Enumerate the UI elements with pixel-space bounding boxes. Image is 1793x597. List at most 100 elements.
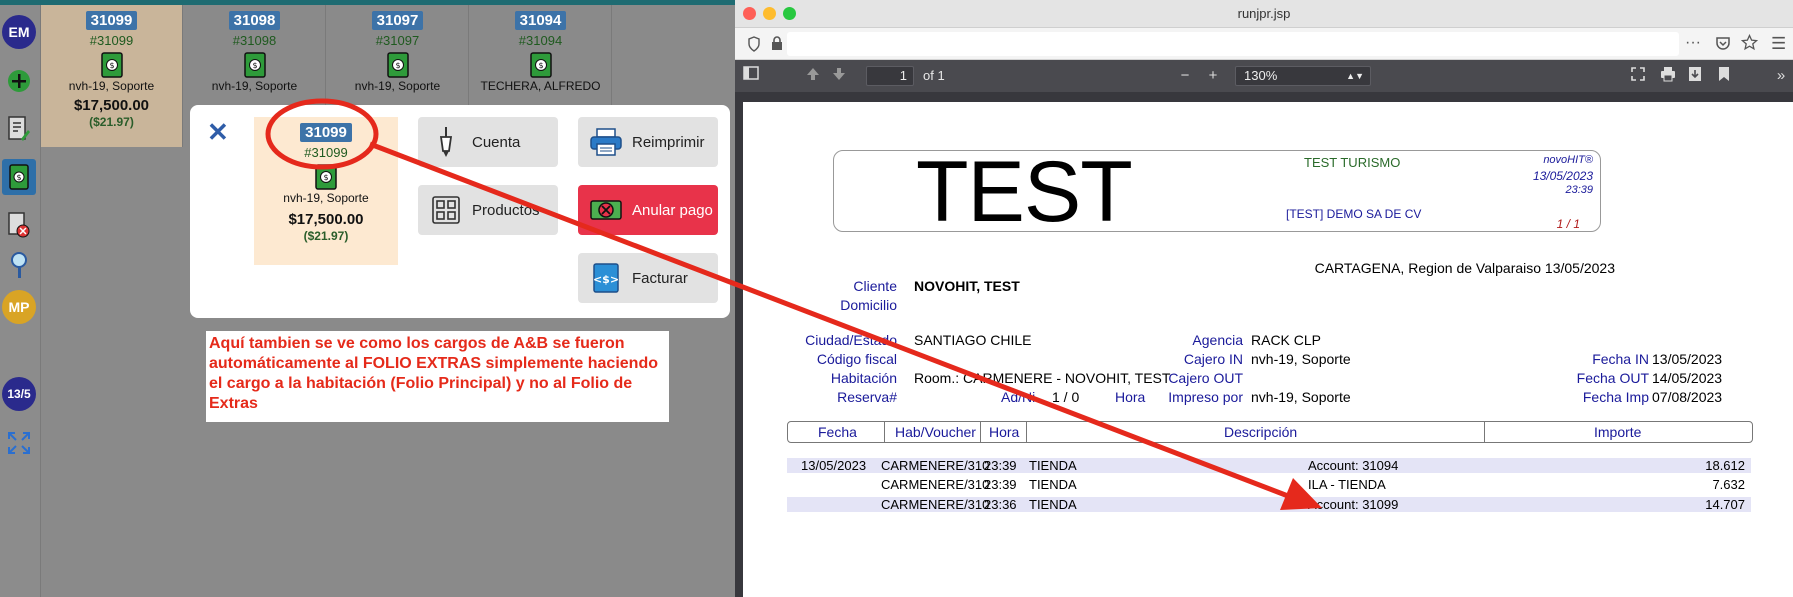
company-name: TEST TURISMO	[1304, 155, 1401, 170]
sidebar-toggle-icon[interactable]	[743, 66, 763, 86]
value-fecha-imp: 07/08/2023	[1652, 389, 1723, 405]
next-page-icon[interactable]	[831, 66, 851, 86]
pen-icon	[428, 124, 464, 160]
chevron-down-icon: ▲▼	[1346, 71, 1364, 81]
page-total: of 1	[923, 68, 945, 83]
invoice-icon: <$>	[588, 260, 624, 296]
folio-number: 31099	[85, 11, 138, 30]
folio-sub: #31099	[89, 33, 134, 48]
zoom-value: 130%	[1244, 68, 1278, 83]
charges-table-header: Fecha Hab/Voucher Hora Descripción Impor…	[787, 421, 1753, 443]
label-habitacion: Habitación	[830, 370, 897, 386]
cell-importe: 18.612	[1705, 458, 1745, 473]
menu-icon[interactable]: ☰	[1771, 34, 1786, 54]
bookmark-icon[interactable]	[1718, 66, 1738, 86]
search-icon[interactable]	[4, 249, 34, 281]
close-icon[interactable]: ✕	[207, 119, 229, 145]
bookmark-star-icon[interactable]	[1741, 34, 1758, 51]
cell-tipo: TIENDA	[1029, 477, 1077, 492]
pdf-toolbar: 1 of 1 − + 130% ▲▼ »	[735, 60, 1793, 92]
col-divider	[980, 422, 981, 442]
label-agencia: Agencia	[1192, 332, 1243, 348]
expand-icon[interactable]	[4, 427, 34, 459]
pocket-icon[interactable]	[1715, 35, 1731, 51]
download-icon[interactable]	[1688, 66, 1708, 86]
user-avatar[interactable]: EM	[2, 15, 36, 49]
cancel-document-icon[interactable]	[4, 209, 34, 241]
cell-hab: CARMENERE/310	[881, 497, 990, 512]
svg-text:$: $	[395, 61, 400, 70]
url-toolbar: ··· ☰	[735, 28, 1793, 60]
col-fecha: Fecha	[818, 424, 857, 440]
value-agencia: RACK CLP	[1251, 332, 1322, 348]
label-cliente: Cliente	[853, 278, 897, 294]
reimprimir-label: Reimprimir	[632, 133, 705, 151]
cancel-payment-icon	[588, 192, 624, 228]
shield-icon[interactable]	[747, 36, 761, 52]
pdf-viewer[interactable]: TEST TEST TURISMO [TEST] DEMO SA DE CV n…	[735, 92, 1793, 597]
page-number-input[interactable]: 1	[866, 66, 914, 86]
more-actions-icon[interactable]: ···	[1685, 34, 1701, 52]
pdf-page: TEST TEST TURISMO [TEST] DEMO SA DE CV n…	[743, 102, 1793, 597]
cell-hab: CARMENERE/310	[881, 458, 990, 473]
add-icon[interactable]	[4, 65, 34, 97]
print-icon[interactable]	[1660, 66, 1680, 86]
productos-button[interactable]: Productos	[418, 185, 558, 235]
date-badge[interactable]: 13/5	[2, 377, 36, 411]
col-descripcion: Descripción	[1224, 424, 1298, 440]
zoom-out-icon[interactable]: −	[1175, 66, 1195, 86]
folio-balance: ($21.97)	[303, 229, 349, 243]
folio-name: TECHERA, ALFREDO	[480, 79, 601, 93]
svg-text:$: $	[16, 173, 21, 182]
label-cajero-in: Cajero IN	[1183, 351, 1243, 367]
folio-name: nvh-19, Soporte	[283, 191, 369, 205]
cuenta-button[interactable]: Cuenta	[418, 117, 558, 167]
folio-tile[interactable]: 31099 #31099 $ nvh-19, Soporte $17,500.0…	[41, 5, 183, 147]
label-cajero-out: Cajero OUT	[1168, 370, 1243, 386]
col-divider	[1484, 422, 1485, 442]
facturar-button[interactable]: <$> Facturar	[578, 253, 718, 303]
prev-page-icon[interactable]	[805, 66, 825, 86]
value-ciudad: SANTIAGO CHILE	[914, 332, 1032, 348]
cell-importe: 7.632	[1712, 477, 1745, 492]
value-fecha-in: 13/05/2023	[1652, 351, 1723, 367]
col-importe: Importe	[1594, 424, 1642, 440]
report-logo: TEST	[916, 144, 1133, 240]
reimprimir-button[interactable]: Reimprimir	[578, 117, 718, 167]
presentation-mode-icon[interactable]	[1630, 66, 1650, 86]
payment-document-icon[interactable]: $	[2, 159, 36, 195]
label-impreso-por: Impreso por	[1168, 389, 1243, 405]
value-fecha-out: 14/05/2023	[1652, 370, 1723, 386]
label-adni: Ad/Ni	[1001, 389, 1036, 405]
label-ciudad: Ciudad/Estado	[805, 332, 897, 348]
selected-folio-tile[interactable]: 31099 #31099 $ nvh-19, Soporte $17,500.0…	[254, 117, 398, 265]
svg-text:$: $	[252, 61, 257, 70]
label-fecha-imp: Fecha Imp	[1582, 389, 1649, 405]
label-hora: Hora	[1115, 389, 1146, 405]
edit-document-icon[interactable]	[4, 113, 34, 145]
cell-hora: 23:39	[984, 458, 1017, 473]
report-date: 13/05/2023	[1532, 169, 1593, 183]
cell-importe: 14.707	[1705, 497, 1745, 512]
anular-pago-label: Anular pago	[632, 201, 713, 219]
label-fecha-in: Fecha IN	[1592, 351, 1649, 367]
col-hab-voucher: Hab/Voucher	[895, 424, 976, 440]
title-bar: runjpr.jsp	[735, 0, 1793, 28]
cell-descripcion: Account: 31099	[1308, 497, 1399, 512]
zoom-select[interactable]: 130% ▲▼	[1235, 66, 1371, 86]
zoom-in-icon[interactable]: +	[1203, 66, 1223, 86]
page-indicator: 1 / 1	[1556, 217, 1580, 231]
tools-icon[interactable]: »	[1771, 66, 1791, 86]
value-cliente: NOVOHIT, TEST	[914, 278, 1020, 294]
lock-icon	[771, 36, 783, 51]
svg-text:$: $	[538, 61, 543, 70]
folio-name: nvh-19, Soporte	[68, 79, 155, 93]
cell-hora: 23:39	[984, 477, 1017, 492]
url-input[interactable]	[787, 32, 1679, 56]
folio-number: 31097	[371, 11, 424, 30]
user-avatar-mp[interactable]: MP	[2, 290, 36, 324]
anular-pago-button[interactable]: Anular pago	[578, 185, 718, 235]
folio-sub: #31097	[375, 33, 420, 48]
value-impreso-por: nvh-19, Soporte	[1251, 389, 1351, 405]
label-fecha-out: Fecha OUT	[1576, 370, 1649, 386]
